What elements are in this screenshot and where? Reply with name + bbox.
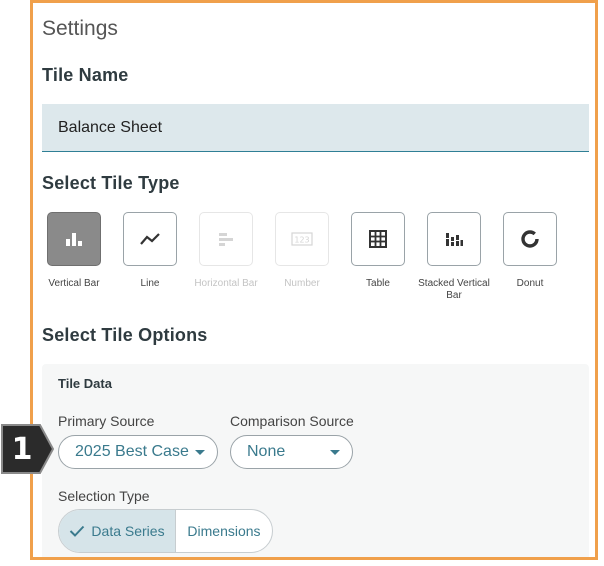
chevron-down-icon: [330, 449, 340, 455]
step-badge: 1: [0, 423, 54, 475]
tile-type-button: 123: [275, 212, 329, 266]
tile-data-title: Tile Data: [58, 376, 112, 391]
comparison-source-dropdown[interactable]: None: [230, 435, 353, 469]
comparison-source-label: Comparison Source: [230, 413, 354, 429]
tile-type-horizontal-bar: Horizontal Bar: [188, 212, 264, 290]
selection-type-dimensions[interactable]: Dimensions: [176, 510, 272, 552]
tile-type-button[interactable]: [123, 212, 177, 266]
tile-type-button[interactable]: [503, 212, 557, 266]
tile-type-button[interactable]: [47, 212, 101, 266]
check-icon: [70, 525, 85, 537]
stacked-bar-icon: [446, 233, 463, 246]
tile-type-stacked-vertical-bar[interactable]: Stacked Vertical Bar: [416, 212, 492, 302]
selection-type-option-label: Data Series: [91, 523, 165, 539]
tile-type-button[interactable]: [351, 212, 405, 266]
line-chart-icon: [140, 233, 160, 245]
tile-type-label: Table: [366, 278, 390, 289]
settings-panel: Settings Tile Name Select Tile Type Vert…: [30, 0, 598, 560]
tile-type-heading: Select Tile Type: [42, 173, 180, 193]
tile-type-label: Line: [140, 278, 160, 289]
tile-data-card: Tile Data Primary Source 2025 Best Case …: [42, 364, 589, 557]
chevron-down-icon: [195, 449, 205, 455]
selection-type-data-series[interactable]: Data Series: [59, 510, 176, 552]
tile-name-heading: Tile Name: [42, 65, 129, 85]
number-icon: 123: [291, 232, 313, 246]
tile-type-list: Vertical Bar Line Horizontal Bar 123 Num…: [42, 212, 595, 312]
tile-type-label: Vertical Bar: [48, 278, 100, 289]
tile-type-donut[interactable]: Donut: [492, 212, 568, 290]
vertical-bar-icon: [66, 233, 82, 246]
primary-source-label: Primary Source: [58, 413, 155, 429]
tile-type-label: Horizontal Bar: [194, 278, 258, 289]
tile-options-heading: Select Tile Options: [42, 325, 208, 345]
tile-type-label: Donut: [516, 278, 544, 289]
donut-icon: [521, 230, 539, 248]
primary-source-value: 2025 Best Case: [75, 443, 189, 460]
tile-type-label: Number: [284, 278, 320, 289]
tile-name-field[interactable]: [42, 104, 589, 152]
tile-type-button[interactable]: [427, 212, 481, 266]
panel-title: Settings: [42, 17, 118, 40]
tile-type-line[interactable]: Line: [112, 212, 188, 290]
tile-type-number: 123 Number: [264, 212, 340, 290]
selection-type-option-label: Dimensions: [187, 523, 261, 539]
step-number: 1: [11, 431, 33, 467]
table-icon: [369, 230, 387, 248]
selection-type-toggle: Data Series Dimensions: [58, 509, 273, 553]
tile-type-label: Stacked Vertical Bar: [418, 278, 490, 301]
tile-type-button: [199, 212, 253, 266]
comparison-source-value: None: [247, 443, 286, 460]
svg-text:123: 123: [294, 236, 309, 245]
horizontal-bar-icon: [219, 233, 233, 246]
primary-source-dropdown[interactable]: 2025 Best Case: [58, 435, 218, 469]
tile-name-input[interactable]: [42, 104, 589, 151]
tile-type-table[interactable]: Table: [340, 212, 416, 290]
selection-type-label: Selection Type: [58, 488, 150, 504]
tile-type-vertical-bar[interactable]: Vertical Bar: [36, 212, 112, 290]
